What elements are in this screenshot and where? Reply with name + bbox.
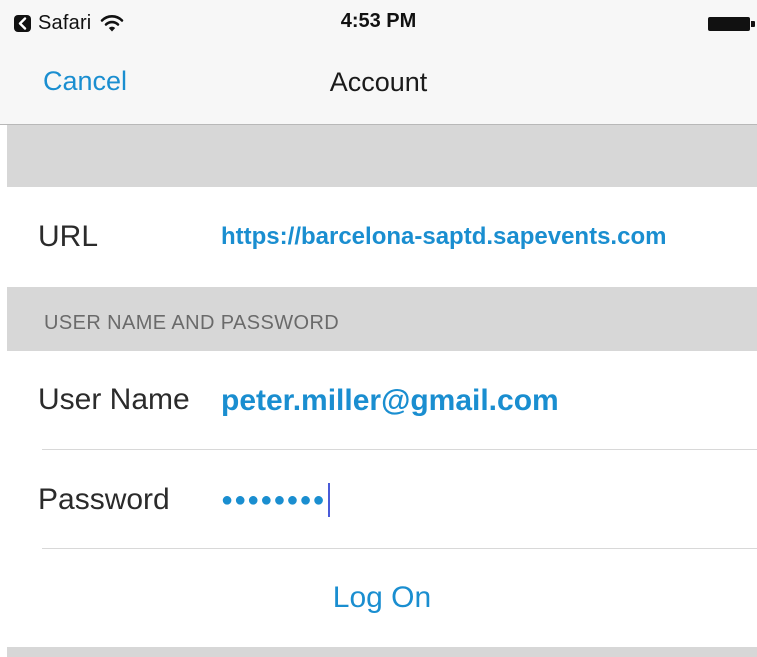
logon-row: Log On [7, 549, 757, 647]
screen: Safari 4:53 PM Cancel Account URL https:… [0, 0, 757, 657]
text-cursor [327, 483, 330, 517]
url-label: URL [38, 220, 99, 253]
status-bar: Safari 4:53 PM [0, 0, 757, 46]
password-row[interactable]: Password ●●●●●●●● [7, 450, 757, 548]
group-spacer-bottom [7, 647, 757, 657]
password-masked-value: ●●●●●●●● [221, 488, 326, 511]
logon-button[interactable]: Log On [7, 581, 757, 615]
user-name-row[interactable]: User Name peter.miller@gmail.com [7, 351, 757, 449]
password-field[interactable]: ●●●●●●●● [221, 480, 330, 520]
battery-icon [708, 16, 757, 31]
user-name-field[interactable]: peter.miller@gmail.com [221, 384, 559, 418]
status-time: 4:53 PM [340, 10, 417, 32]
user-name-label: User Name [38, 383, 190, 416]
password-label: Password [38, 483, 170, 516]
page-title: Account [329, 67, 428, 97]
navigation-bar: Cancel Account [0, 46, 757, 125]
url-field[interactable]: https://barcelona-saptd.sapevents.com [221, 223, 666, 251]
section-header: USER NAME AND PASSWORD [44, 312, 340, 334]
group-spacer-top [7, 125, 757, 187]
url-row[interactable]: URL https://barcelona-saptd.sapevents.co… [7, 187, 757, 287]
